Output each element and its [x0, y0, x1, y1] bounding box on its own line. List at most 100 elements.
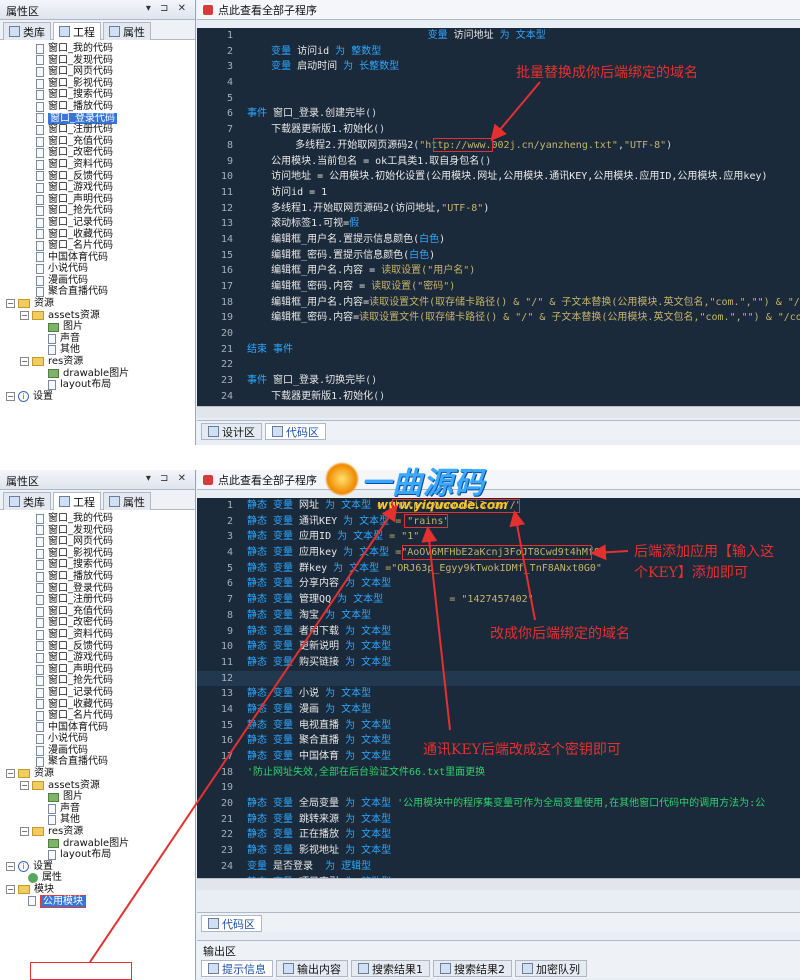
- collapse-icon[interactable]: −: [6, 769, 15, 779]
- tree-item[interactable]: − res资源: [0, 356, 195, 368]
- bottom-panel-controls[interactable]: ▾ ⊐ ✕: [146, 473, 189, 484]
- tree-item[interactable]: 窗口_游戏代码: [0, 652, 195, 664]
- tree-item[interactable]: 声音: [0, 803, 195, 815]
- code-line[interactable]: 11 静态 变量 购买链接 为 文本型: [197, 655, 800, 671]
- tree-item[interactable]: − res资源: [0, 826, 195, 838]
- top-horizontal-scrollbar[interactable]: [197, 406, 800, 418]
- tree-item[interactable]: 窗口_播放代码: [0, 101, 195, 113]
- code-line[interactable]: 1 变量 访问地址 为 文本型: [197, 28, 800, 44]
- code-line[interactable]: 2 变量 访问id 为 整数型: [197, 44, 800, 60]
- code-line[interactable]: 18 编辑框_用户名.内容=读取设置文件(取存储卡路径() & "/" & 子文…: [197, 295, 800, 311]
- tree-item[interactable]: 窗口_抢先代码: [0, 675, 195, 687]
- tree-item[interactable]: 窗口_抢先代码: [0, 205, 195, 217]
- tree-item[interactable]: 属性: [0, 872, 195, 884]
- tab-tips[interactable]: 提示信息: [201, 960, 273, 977]
- tree-item[interactable]: 声音: [0, 333, 195, 345]
- tab-search-results-2[interactable]: 搜索结果2: [433, 960, 512, 977]
- code-line[interactable]: 4: [197, 75, 800, 91]
- tree-item[interactable]: 窗口_发现代码: [0, 525, 195, 537]
- code-line[interactable]: 22 静态 变量 正在播放 为 文本型: [197, 827, 800, 843]
- code-line[interactable]: 22: [197, 357, 800, 373]
- code-line[interactable]: 23 静态 变量 影视地址 为 文本型: [197, 843, 800, 859]
- tree-item[interactable]: − 模块: [0, 884, 195, 896]
- code-line[interactable]: 19 编辑框_密码.内容=读取设置文件(取存储卡路径() & "/" & 子文本…: [197, 310, 800, 326]
- tree-item[interactable]: 窗口_播放代码: [0, 571, 195, 583]
- tree-item[interactable]: 窗口_改密代码: [0, 147, 195, 159]
- code-line[interactable]: 5: [197, 91, 800, 107]
- code-line[interactable]: 19: [197, 780, 800, 796]
- collapse-icon[interactable]: −: [6, 885, 15, 895]
- tab-class-library[interactable]: 类库: [3, 492, 51, 510]
- tree-item[interactable]: drawable图片: [0, 368, 195, 380]
- tree-item[interactable]: 窗口_登录代码: [0, 112, 195, 125]
- tree-item[interactable]: 窗口_网页代码: [0, 536, 195, 548]
- tree-item[interactable]: − 资源: [0, 768, 195, 780]
- tree-item[interactable]: 窗口_收藏代码: [0, 229, 195, 241]
- tree-item[interactable]: − i 设置: [0, 391, 195, 403]
- tab-output[interactable]: 输出内容: [276, 960, 348, 977]
- code-line[interactable]: 20 静态 变量 全局变量 为 文本型 '公用模块中的程序集变量可作为全局变量使用…: [197, 796, 800, 812]
- tab-code-area[interactable]: 代码区: [201, 915, 262, 932]
- tab-design-area[interactable]: 设计区: [201, 423, 262, 440]
- collapse-icon[interactable]: −: [6, 862, 15, 872]
- tree-item[interactable]: 窗口_游戏代码: [0, 182, 195, 194]
- top-code-editor[interactable]: 1 变量 访问地址 为 文本型 2 变量 访问id 为 整数型 3 变量 启动时间 …: [197, 28, 800, 406]
- tree-item[interactable]: 公用模块: [0, 894, 195, 909]
- tree-item[interactable]: drawable图片: [0, 838, 195, 850]
- code-line[interactable]: 6 事件 窗口_登录.创建完毕(): [197, 106, 800, 122]
- code-line[interactable]: 15 编辑框_密码.置提示信息颜色(白色): [197, 248, 800, 264]
- tab-code-area[interactable]: 代码区: [265, 423, 326, 440]
- tab-search-results-1[interactable]: 搜索结果1: [351, 960, 430, 977]
- tree-item[interactable]: 窗口_声明代码: [0, 664, 195, 676]
- tab-properties[interactable]: 属性: [103, 492, 151, 510]
- tree-item[interactable]: 窗口_影视代码: [0, 78, 195, 90]
- tab-class-library[interactable]: 类库: [3, 22, 51, 40]
- tab-encrypt-queue[interactable]: 加密队列: [515, 960, 587, 977]
- code-line[interactable]: 16 编辑框_用户名.内容 = 读取设置("用户名"): [197, 263, 800, 279]
- tree-item[interactable]: 其他: [0, 814, 195, 826]
- collapse-icon[interactable]: −: [20, 310, 29, 320]
- collapse-icon[interactable]: −: [6, 392, 15, 402]
- tree-item[interactable]: 小说代码: [0, 263, 195, 275]
- code-line[interactable]: 24 下载器更新版1.初始化(): [197, 389, 800, 405]
- tree-item[interactable]: 窗口_资料代码: [0, 629, 195, 641]
- tree-item[interactable]: 窗口_名片代码: [0, 240, 195, 252]
- tree-item[interactable]: 窗口_记录代码: [0, 687, 195, 699]
- code-line[interactable]: 10 访问地址 = 公用模块.初始化设置(公用模块.网址,公用模块.通讯KEY,…: [197, 169, 800, 185]
- tree-item[interactable]: 窗口_收藏代码: [0, 699, 195, 711]
- tab-project[interactable]: 工程: [53, 492, 101, 510]
- tree-item[interactable]: 中国体育代码: [0, 252, 195, 264]
- tree-item[interactable]: 窗口_注册代码: [0, 124, 195, 136]
- collapse-icon[interactable]: −: [20, 827, 29, 837]
- tree-item[interactable]: 窗口_改密代码: [0, 617, 195, 629]
- code-line[interactable]: 8 多线程2.开始取网页源码2("http://www.002j.cn/yanz…: [197, 138, 800, 154]
- code-line[interactable]: 7 静态 变量 管理QQ 为 文本型 = "1427457402": [197, 592, 800, 608]
- collapse-icon[interactable]: −: [20, 780, 29, 790]
- code-line[interactable]: 14 静态 变量 漫画 为 文本型: [197, 702, 800, 718]
- tree-item[interactable]: 窗口_影视代码: [0, 548, 195, 560]
- code-line[interactable]: 23 事件 窗口_登录.切换完毕(): [197, 373, 800, 389]
- tree-item[interactable]: − 资源: [0, 298, 195, 310]
- tree-item[interactable]: 窗口_搜索代码: [0, 559, 195, 571]
- tree-item[interactable]: 聚合直播代码: [0, 286, 195, 298]
- collapse-icon[interactable]: −: [6, 299, 15, 309]
- code-line[interactable]: 3 变量 启动时间 为 长整数型: [197, 59, 800, 75]
- tree-item[interactable]: 窗口_充值代码: [0, 136, 195, 148]
- tree-item[interactable]: 窗口_资料代码: [0, 159, 195, 171]
- tree-item[interactable]: layout布局: [0, 379, 195, 391]
- bottom-horizontal-scrollbar[interactable]: [197, 878, 800, 890]
- tree-item[interactable]: 图片: [0, 321, 195, 333]
- code-line[interactable]: 7 下载器更新版1.初始化(): [197, 122, 800, 138]
- tree-item[interactable]: 图片: [0, 791, 195, 803]
- top-panel-controls[interactable]: ▾ ⊐ ✕: [146, 3, 189, 14]
- tab-project[interactable]: 工程: [53, 22, 101, 40]
- code-line[interactable]: 11 访问id = 1: [197, 185, 800, 201]
- tree-item[interactable]: 窗口_反馈代码: [0, 171, 195, 183]
- code-line[interactable]: 15 静态 变量 电视直播 为 文本型: [197, 718, 800, 734]
- collapse-icon[interactable]: −: [20, 357, 29, 367]
- code-line[interactable]: 14 编辑框_用户名.置提示信息颜色(白色): [197, 232, 800, 248]
- code-line[interactable]: 13 滚动标签1.可视=假: [197, 216, 800, 232]
- code-line[interactable]: 17 编辑框_密码.内容 = 读取设置("密码"): [197, 279, 800, 295]
- tree-item[interactable]: 窗口_反馈代码: [0, 641, 195, 653]
- tree-item[interactable]: 窗口_我的代码: [0, 43, 195, 55]
